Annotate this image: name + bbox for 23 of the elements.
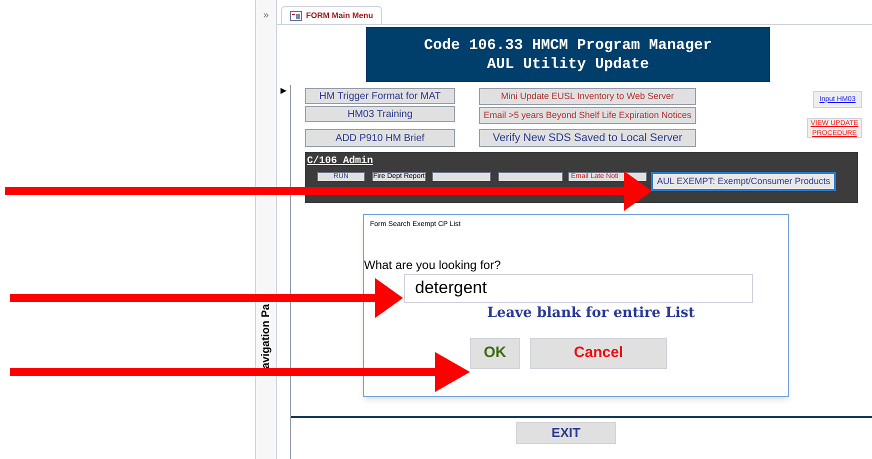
expand-button[interactable]: »	[263, 8, 269, 23]
prompt-label: What are you looking for?	[364, 256, 502, 274]
menu-button[interactable]: Verify New SDS Saved to Local Server	[479, 129, 696, 147]
admin-title: C/106 Admin	[307, 154, 374, 169]
admin-button[interactable]	[498, 172, 563, 181]
tab-label: FORM Main Menu	[306, 10, 374, 22]
search-field[interactable]: detergent	[404, 274, 753, 302]
admin-button[interactable]: AUL EXEMPT: Exempt/Consumer Products	[651, 172, 836, 191]
exit-button[interactable]: EXIT	[516, 422, 616, 444]
menu-button[interactable]: HM Trigger Format for MAT	[305, 88, 455, 104]
admin-button[interactable]	[432, 172, 491, 181]
ok-button[interactable]: OK	[470, 338, 520, 368]
record-selector[interactable]: ▶	[280, 85, 286, 459]
form-icon	[290, 10, 302, 20]
hint-text: Leave blank for entire List	[487, 304, 695, 322]
menu-button[interactable]: ADD P910 HM Brief	[305, 129, 455, 147]
header-line: AUL Utility Update	[486, 54, 650, 74]
header-line: Code 106.33 HMCM Program Manager	[424, 36, 712, 54]
menu-button[interactable]: Email >5 years Beyond Shelf Life Expiration Notices	[479, 107, 696, 124]
menu-button[interactable]: Mini Update EUSL Inventory to Web Server	[479, 88, 696, 105]
form-tab[interactable]: FORM Main Menu	[281, 6, 382, 24]
navigation-pane-title: avigation Pa	[260, 304, 272, 369]
menu-button[interactable]: HM03 Training	[305, 106, 455, 122]
